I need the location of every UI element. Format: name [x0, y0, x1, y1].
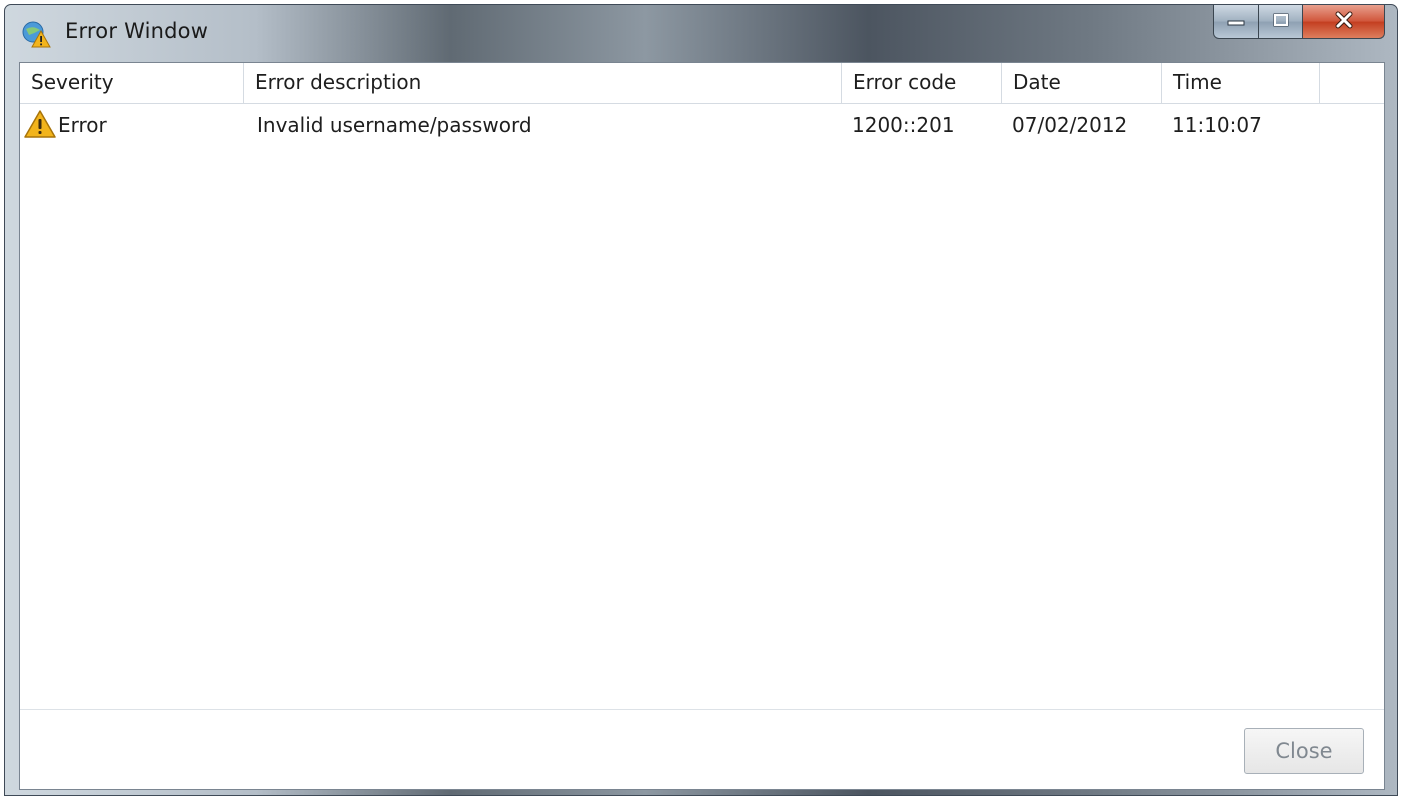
time-cell: 11:10:07 — [1172, 113, 1262, 137]
error-window: Error Window Severity Error description … — [4, 4, 1398, 796]
warning-icon — [24, 109, 58, 139]
close-icon — [1334, 11, 1354, 33]
description-cell: Invalid username/password — [257, 113, 532, 137]
maximize-button[interactable] — [1259, 5, 1303, 39]
column-header-description[interactable]: Error description — [244, 63, 842, 103]
globe-warning-icon — [21, 19, 51, 49]
error-code-cell: 1200::201 — [852, 113, 955, 137]
severity-cell: Error — [20, 104, 244, 146]
severity-label: Error — [58, 113, 107, 137]
window-close-button[interactable] — [1303, 5, 1385, 39]
minimize-button[interactable] — [1213, 5, 1259, 39]
column-header-severity[interactable]: Severity — [20, 63, 244, 103]
footer-divider — [20, 709, 1384, 710]
title-bar[interactable]: Error Window — [5, 5, 1397, 61]
close-button[interactable]: Close — [1244, 728, 1364, 774]
column-header-error-code[interactable]: Error code — [842, 63, 1002, 103]
window-title: Error Window — [65, 19, 209, 43]
maximize-icon — [1272, 12, 1290, 32]
column-header-filler — [1320, 63, 1384, 103]
caption-buttons — [1213, 5, 1385, 41]
column-header-date[interactable]: Date — [1002, 63, 1162, 103]
column-header-time[interactable]: Time — [1162, 63, 1320, 103]
minimize-icon — [1227, 12, 1245, 31]
date-cell: 07/02/2012 — [1012, 113, 1128, 137]
error-rows: Error Invalid username/password 1200::20… — [20, 104, 1384, 146]
list-header: Severity Error description Error code Da… — [20, 63, 1384, 104]
table-row[interactable]: Error Invalid username/password 1200::20… — [20, 104, 1384, 146]
error-list-panel: Severity Error description Error code Da… — [19, 62, 1385, 790]
